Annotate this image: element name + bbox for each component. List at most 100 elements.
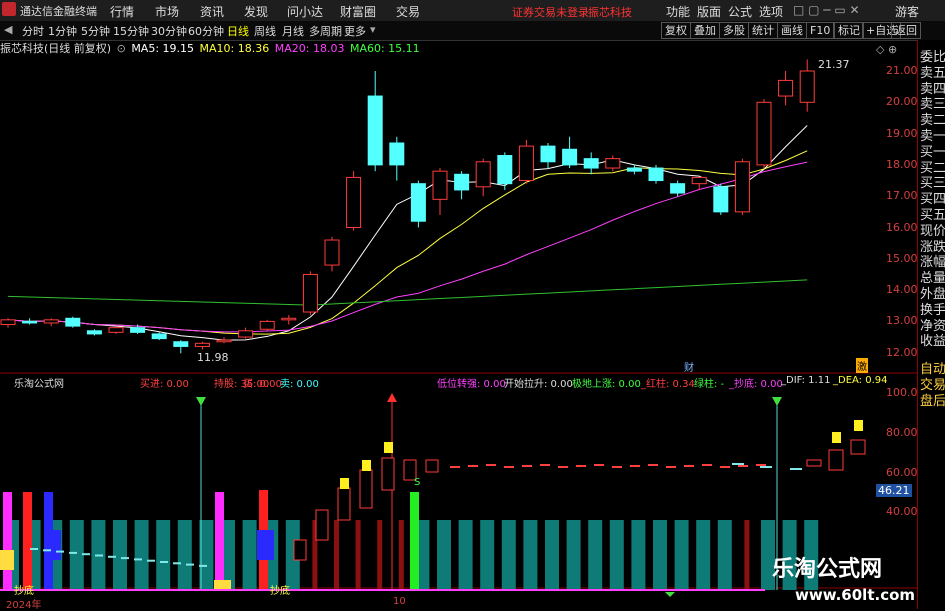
price-tick: 19.00 xyxy=(886,126,918,140)
menu-xuanxiang[interactable]: 选项 xyxy=(759,3,783,20)
menu-wenxiaoda[interactable]: 问小达 xyxy=(287,3,323,20)
menu-caifuquan[interactable]: 财富圈 xyxy=(340,3,376,20)
indicator-tick: 40.00 xyxy=(886,505,918,518)
menu-zixun[interactable]: 资讯 xyxy=(200,3,224,20)
indicator-dash xyxy=(612,466,622,468)
teal-bar xyxy=(501,520,516,590)
indicator-dash xyxy=(82,553,90,556)
tab-weekly[interactable]: 周线 xyxy=(254,23,276,39)
chaodi-signal-1: 抄底 xyxy=(14,586,34,597)
huaxian-button[interactable]: 画线 xyxy=(777,22,807,39)
window-controls[interactable]: □ ▢ ─ ▭ ✕ xyxy=(793,3,860,17)
indicator-dash xyxy=(43,549,51,552)
indicator-dash xyxy=(468,465,478,467)
candle-body xyxy=(389,142,405,166)
sub-candle xyxy=(425,459,439,473)
diejia-button[interactable]: 叠加 xyxy=(690,22,720,39)
tab-more[interactable]: 更多 xyxy=(344,23,366,39)
indicator-legend-item: _DIF: 1.11 xyxy=(781,375,831,386)
chart-zoom-icons[interactable]: ◇ ⊕ xyxy=(876,43,897,56)
tab-5min[interactable]: 5分钟 xyxy=(81,23,110,39)
price-tick: 18.00 xyxy=(886,157,918,171)
teal-bar xyxy=(674,520,689,590)
indicator-dash xyxy=(720,466,730,468)
sub-candle xyxy=(293,539,307,561)
sub-candle xyxy=(359,469,373,509)
indicator-dash xyxy=(594,464,604,466)
teal-bar xyxy=(609,520,624,590)
fuquan-button[interactable]: 复权 xyxy=(661,22,691,39)
menu-jiaoyi[interactable]: 交易 xyxy=(396,3,420,20)
menu-gongneng[interactable]: 功能 xyxy=(666,3,690,20)
ma5-line xyxy=(7,125,808,341)
menu-gongshi[interactable]: 公式 xyxy=(728,3,752,20)
sub-candle xyxy=(806,459,822,467)
tab-1min[interactable]: 1分钟 xyxy=(48,23,77,39)
more-chevron-icon[interactable]: ▾ xyxy=(370,23,376,36)
indicator-dash xyxy=(186,563,194,566)
ma60-line xyxy=(7,279,808,306)
indicator-dash xyxy=(540,464,550,466)
teal-bar xyxy=(177,520,192,590)
teal-bar xyxy=(523,520,538,590)
indicator-dash xyxy=(732,463,744,465)
signal-block xyxy=(257,530,274,560)
candle-body xyxy=(238,330,254,338)
menu-shichang[interactable]: 市场 xyxy=(155,3,179,20)
indicator-legend-item: 卖: 0.00 xyxy=(280,379,319,390)
candle-body xyxy=(151,333,167,340)
tab-daily[interactable]: 日线 xyxy=(227,23,249,39)
price-tick: 20.00 xyxy=(886,95,918,109)
candle-body xyxy=(281,317,297,321)
teal-bar xyxy=(653,520,667,590)
indicator-bars xyxy=(0,393,866,597)
teal-bar xyxy=(69,520,84,590)
price-tick: 13.00 xyxy=(886,314,918,328)
candle-body xyxy=(605,158,621,169)
tongji-button[interactable]: 统计 xyxy=(748,22,778,39)
tab-60min[interactable]: 60分钟 xyxy=(188,23,224,39)
indicator-dash xyxy=(630,465,640,467)
indicator-dash xyxy=(69,551,77,554)
watermark-name: 乐淘公式网 xyxy=(772,557,883,582)
indicator-legend-item: 低位转强: 0.00 xyxy=(437,379,506,390)
candle-body xyxy=(756,101,772,166)
indicator-dash xyxy=(173,562,181,565)
red-bar xyxy=(744,520,750,590)
menu-hangqing[interactable]: 行情 xyxy=(110,3,134,20)
kline-chart[interactable] xyxy=(0,40,917,609)
back-button[interactable]: 返回 xyxy=(891,22,921,39)
candle-body xyxy=(432,170,448,200)
current-stock-name[interactable]: 振芯科技 xyxy=(588,4,632,20)
f10-button[interactable]: F10 xyxy=(806,22,835,39)
menu-banmian[interactable]: 版面 xyxy=(697,3,721,20)
tab-15min[interactable]: 15分钟 xyxy=(113,23,149,39)
tab-30min[interactable]: 30分钟 xyxy=(151,23,187,39)
indicator-dash xyxy=(95,554,103,557)
candle-body xyxy=(302,273,318,313)
tab-back-icon[interactable]: ◀ xyxy=(4,23,12,36)
guest-label[interactable]: 游客 xyxy=(895,3,919,20)
candle-body xyxy=(410,183,426,222)
excite-marker[interactable]: 激 xyxy=(856,358,868,373)
tab-fenshi[interactable]: 分时 xyxy=(22,23,44,39)
teal-bar xyxy=(696,520,711,590)
candle-body xyxy=(216,339,232,343)
duogu-button[interactable]: 多股 xyxy=(719,22,749,39)
tab-multi-period[interactable]: 多周期 xyxy=(309,23,342,39)
indicator-tick: 60.00 xyxy=(886,466,918,479)
red-bar xyxy=(355,520,361,590)
indicator-dash xyxy=(756,464,766,466)
menu-faxian[interactable]: 发现 xyxy=(244,3,268,20)
tab-monthly[interactable]: 月线 xyxy=(282,23,304,39)
quote-panel-item[interactable]: 收益 xyxy=(920,330,945,349)
quote-panel-item[interactable]: 盘后 xyxy=(920,390,945,409)
biaoji-button[interactable]: 标记 xyxy=(834,22,864,39)
trade-login-notice[interactable]: 证券交易未登录 xyxy=(512,4,589,20)
candle-body xyxy=(0,319,16,326)
signal-block xyxy=(0,550,14,570)
red-bar xyxy=(377,520,383,590)
price-tick: 17.00 xyxy=(886,189,918,203)
finance-marker[interactable]: 财 xyxy=(684,359,694,374)
sub-candle xyxy=(381,457,395,491)
